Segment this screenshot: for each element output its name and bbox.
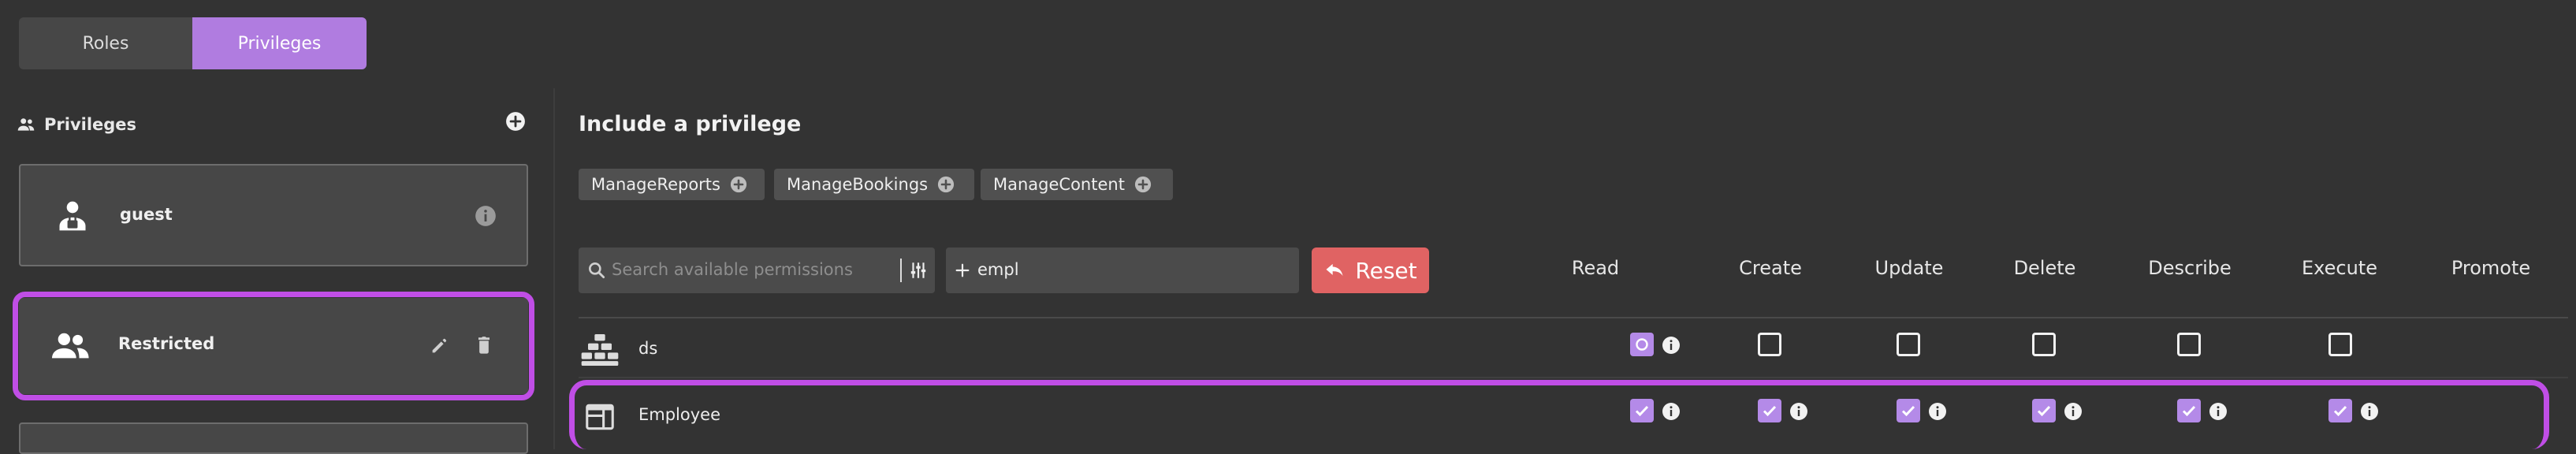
read-checkbox-ds[interactable] — [1630, 333, 1654, 356]
tab-roles[interactable]: Roles — [19, 17, 192, 69]
column-header-promote: Promote — [2451, 257, 2531, 279]
checkbox-partial-icon — [1636, 338, 1648, 351]
chip-label: ManageContent — [993, 175, 1125, 194]
update-checkbox-ds[interactable] — [1897, 333, 1920, 356]
column-header-describe: Describe — [2148, 257, 2232, 279]
permission-search[interactable]: Search available permissions — [579, 247, 935, 293]
add-circle-icon[interactable] — [505, 111, 526, 132]
plus-circle-icon[interactable] — [1134, 176, 1152, 193]
delete-checkbox-ds[interactable] — [2032, 333, 2056, 356]
row-divider — [579, 377, 2568, 378]
panel-divider — [553, 88, 555, 449]
plus-circle-icon[interactable] — [937, 176, 955, 193]
selected-role-highlight — [13, 292, 534, 400]
sidebar-title: Privileges — [44, 115, 137, 134]
info-icon[interactable] — [475, 205, 497, 227]
column-header-update: Update — [1874, 257, 1944, 279]
undo-icon — [1326, 263, 1343, 276]
reset-button[interactable]: Reset — [1312, 247, 1429, 293]
search-icon — [589, 262, 605, 279]
chip-label: ManageBookings — [787, 175, 929, 194]
database-icon — [581, 334, 619, 366]
privilege-chip[interactable]: ManageContent — [981, 169, 1173, 200]
tune-icon[interactable] — [908, 259, 929, 281]
resource-filter[interactable]: empl — [946, 247, 1299, 293]
search-divider — [900, 259, 902, 282]
chip-label: ManageReports — [591, 175, 720, 194]
role-name: guest — [120, 205, 173, 224]
privilege-chip[interactable]: ManageReports — [579, 169, 765, 200]
plus-icon — [955, 263, 970, 277]
selected-row-highlight — [569, 380, 2549, 449]
plus-circle-icon[interactable] — [730, 176, 747, 193]
reset-label: Reset — [1355, 257, 1417, 284]
role-card-guest[interactable]: guest — [19, 164, 528, 266]
describe-checkbox-ds[interactable] — [2177, 333, 2201, 356]
page-title: Include a privilege — [579, 112, 802, 136]
column-header-delete: Delete — [2013, 257, 2076, 279]
filter-input[interactable]: empl — [977, 260, 1019, 279]
info-icon[interactable] — [1662, 336, 1681, 355]
people-icon — [17, 118, 35, 131]
column-header-execute: Execute — [2302, 257, 2377, 279]
column-header-read: Read — [1571, 257, 1620, 279]
execute-checkbox-ds[interactable] — [2328, 333, 2352, 356]
role-card[interactable] — [19, 422, 528, 454]
search-input[interactable]: Search available permissions — [612, 260, 853, 279]
row-label-ds: ds — [638, 339, 658, 358]
view-tabs: Roles Privileges — [19, 17, 367, 69]
create-checkbox-ds[interactable] — [1758, 333, 1781, 356]
locked-user-icon — [59, 201, 86, 231]
tab-privileges[interactable]: Privileges — [192, 17, 367, 69]
privilege-chip[interactable]: ManageBookings — [774, 169, 974, 200]
column-header-create: Create — [1739, 257, 1802, 279]
header-divider — [579, 317, 2568, 318]
sidebar-header: Privileges — [16, 110, 136, 139]
